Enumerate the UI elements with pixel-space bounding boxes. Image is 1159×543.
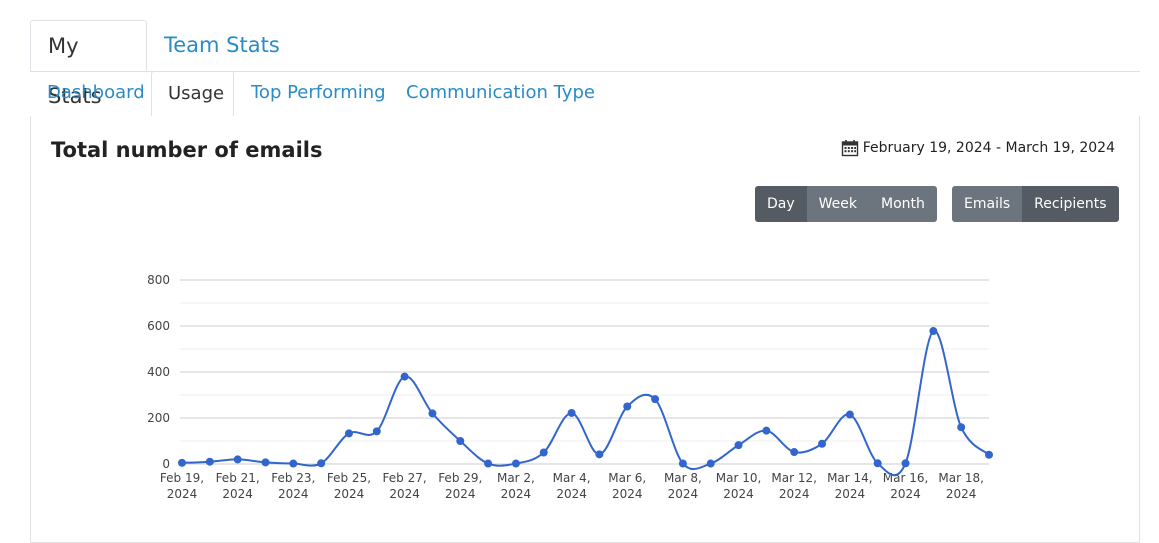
week-button[interactable]: Week (806, 186, 870, 222)
panel-title: Total number of emails (51, 138, 323, 162)
x-tick-label: Mar 4, (553, 471, 591, 485)
data-point (539, 448, 548, 457)
tab-dashboard[interactable]: Dashboard (31, 71, 161, 115)
x-tick-label-year: 2024 (946, 487, 977, 501)
x-tick-label: Mar 10, (716, 471, 762, 485)
data-point (595, 450, 604, 459)
date-range-picker[interactable]: February 19, 2024 - March 19, 2024 (841, 139, 1115, 157)
x-tick-label-year: 2024 (445, 487, 476, 501)
data-point (929, 327, 938, 336)
data-point (289, 459, 298, 468)
month-button[interactable]: Month (869, 186, 937, 222)
data-point (261, 458, 270, 467)
tab-team-stats[interactable]: Team Stats (147, 20, 297, 70)
y-tick-label: 200 (147, 411, 170, 425)
data-point (790, 448, 799, 457)
x-tick-label: Mar 6, (608, 471, 646, 485)
x-tick-label-year: 2024 (278, 487, 309, 501)
data-point (567, 408, 576, 417)
x-tick-label: Mar 14, (827, 471, 873, 485)
data-point (400, 372, 409, 381)
x-tick-label: Mar 8, (664, 471, 702, 485)
x-tick-label-year: 2024 (501, 487, 532, 501)
x-tick-label-year: 2024 (723, 487, 754, 501)
data-point (762, 426, 771, 435)
x-tick-label: Feb 27, (383, 471, 427, 485)
data-point (233, 455, 242, 464)
x-tick-label-year: 2024 (612, 487, 643, 501)
data-point (623, 402, 632, 411)
usage-line-chart: 0 200 400 600 800 Feb 19, 2024 Feb 21, 2024 Feb 2… (147, 273, 993, 501)
data-point (734, 441, 743, 450)
metric-button-group: Emails Recipients (952, 186, 1119, 222)
data-point (484, 459, 493, 468)
data-point (985, 450, 993, 459)
x-tick-label: Mar 18, (938, 471, 984, 485)
data-point (651, 395, 660, 404)
tab-my-stats[interactable]: My Stats (30, 20, 147, 108)
x-tick-label-year: 2024 (779, 487, 810, 501)
calendar-icon (841, 140, 858, 157)
x-tick-label-year: 2024 (389, 487, 420, 501)
x-tick-label-year: 2024 (556, 487, 587, 501)
date-range-text: February 19, 2024 - March 19, 2024 (862, 140, 1115, 156)
day-button[interactable]: Day (755, 186, 807, 222)
data-point (511, 459, 520, 468)
x-tick-label: Mar 2, (497, 471, 535, 485)
x-tick-label: Feb 19, (160, 471, 204, 485)
data-point (372, 427, 381, 436)
tab-top-performing[interactable]: Top Performing (235, 71, 402, 115)
x-tick-label: Feb 23, (271, 471, 315, 485)
x-tick-label-year: 2024 (167, 487, 198, 501)
series-line (181, 330, 990, 477)
data-point (901, 459, 910, 468)
data-point (845, 410, 854, 419)
x-tick-label-year: 2024 (835, 487, 866, 501)
sub-tab-bar: Dashboard Usage Top Performing Communica… (30, 71, 1140, 117)
y-tick-label: 800 (147, 273, 170, 287)
x-tick-label-year: 2024 (334, 487, 365, 501)
x-tick-label: Mar 12, (771, 471, 817, 485)
data-point (317, 459, 326, 468)
data-point (178, 458, 186, 467)
x-tick-label-year: 2024 (668, 487, 699, 501)
x-tick-label-year: 2024 (222, 487, 253, 501)
y-tick-label: 0 (162, 457, 170, 471)
x-tick-label: Feb 29, (438, 471, 482, 485)
x-tick-label: Feb 21, (216, 471, 260, 485)
data-point (957, 423, 966, 432)
x-tick-label-year: 2024 (890, 487, 921, 501)
recipients-button[interactable]: Recipients (1022, 186, 1119, 222)
emails-button[interactable]: Emails (952, 186, 1023, 222)
tab-usage[interactable]: Usage (151, 71, 234, 117)
y-tick-label: 600 (147, 319, 170, 333)
top-tab-bar: My Stats Team Stats (30, 20, 1140, 108)
data-point (428, 409, 437, 418)
data-point (706, 459, 715, 468)
x-tick-label: Feb 25, (327, 471, 371, 485)
data-point (873, 459, 882, 468)
data-point (818, 439, 827, 448)
tab-communication-type[interactable]: Communication Type (390, 71, 611, 115)
data-point (205, 457, 214, 466)
data-point (456, 437, 465, 445)
usage-panel: Total number of emails February 19, 2024… (30, 116, 1140, 543)
data-point (678, 459, 687, 468)
data-point (344, 429, 353, 438)
y-tick-label: 400 (147, 365, 170, 379)
period-button-group: Day Week Month (755, 186, 937, 222)
